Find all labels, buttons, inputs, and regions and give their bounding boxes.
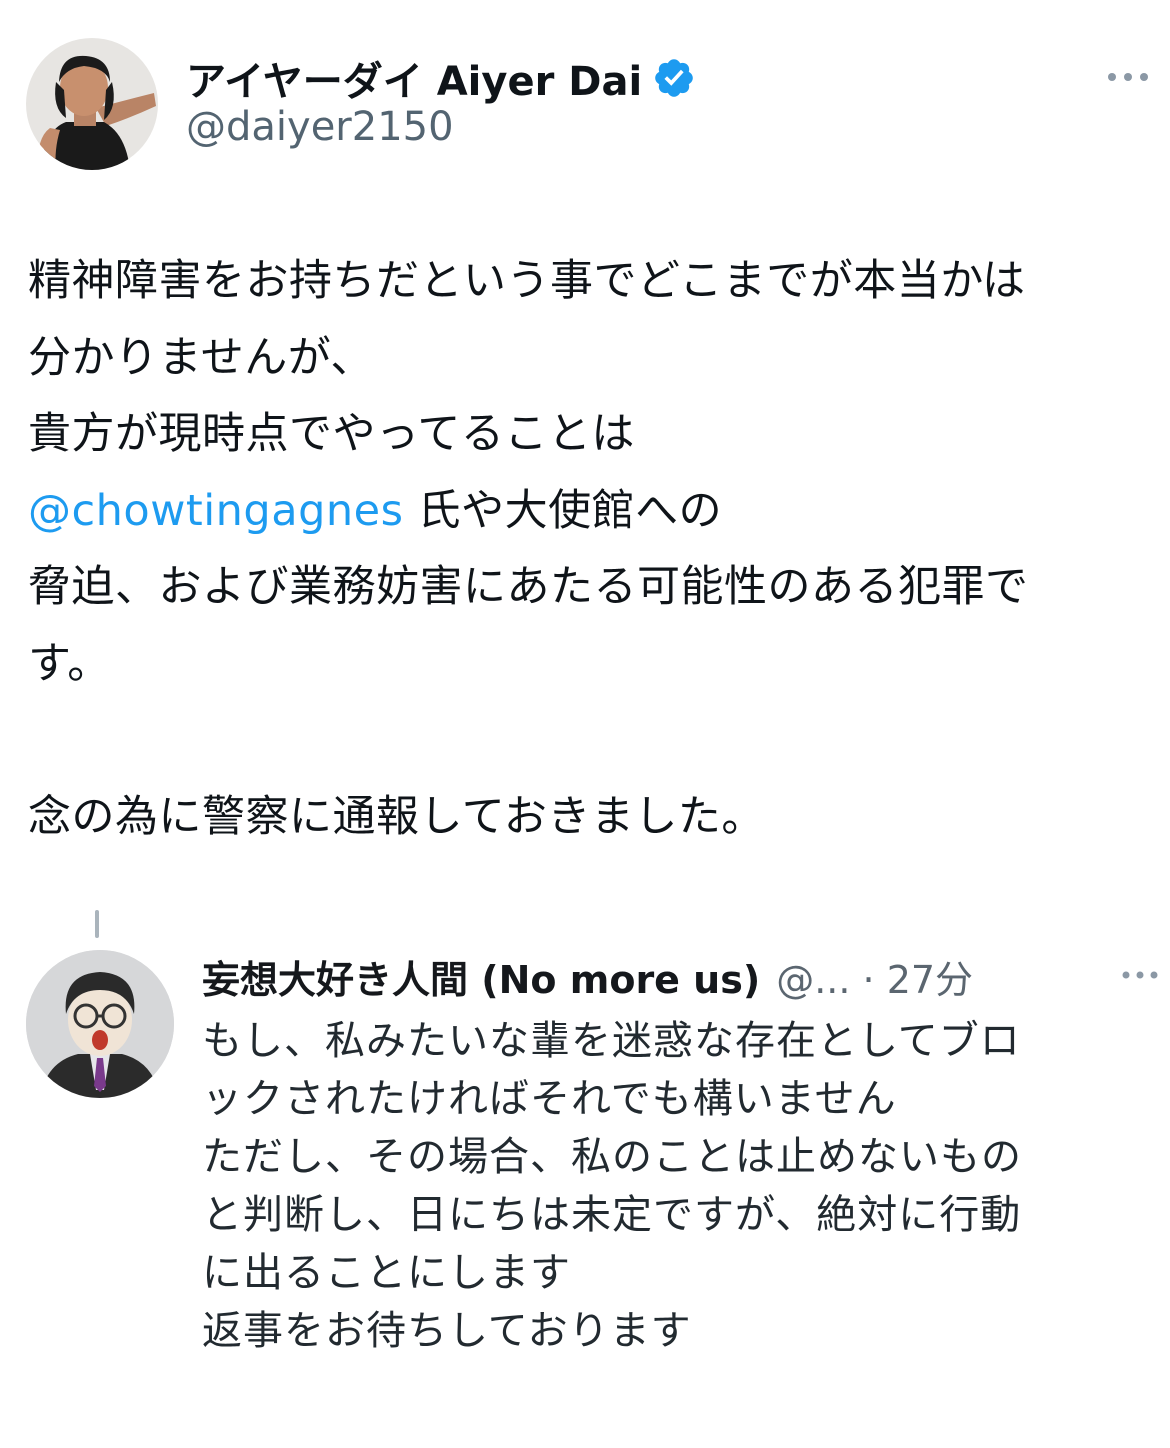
tweet-text: 精神障害をお持ちだという事でどこまでが本当かは 分かりませんが、 貴方が現時点で… bbox=[28, 243, 1148, 855]
author-avatar[interactable] bbox=[26, 38, 158, 170]
embedded-reply-line: に出ることにします bbox=[202, 1250, 571, 1296]
author-name-text[interactable]: アイヤーダイ Aiyer Dai bbox=[186, 49, 642, 107]
more-horizontal-icon bbox=[1108, 73, 1148, 81]
mention-link[interactable]: @chowtingagnes bbox=[28, 486, 403, 536]
embedded-reply-line: ただし、その場合、私のことは止めないもの bbox=[202, 1134, 1022, 1180]
author-handle[interactable]: @daiyer2150 bbox=[186, 104, 454, 150]
tweet-line-text: 氏や大使館への bbox=[403, 485, 723, 536]
tweet-line: す。 bbox=[28, 638, 111, 689]
embedded-reply-header: 妄想大好き人間 (No more us) @... · 27分 bbox=[202, 948, 973, 1004]
reply-thread-line bbox=[95, 910, 99, 938]
tweet-line: 分かりませんが、 bbox=[28, 332, 374, 383]
embedded-reply-line: ックされたければそれでも構いません bbox=[202, 1076, 897, 1122]
verified-badge-icon bbox=[652, 56, 696, 100]
embedded-reply-meta: @... · 27分 bbox=[776, 957, 974, 1002]
embedded-reply-name: 妄想大好き人間 (No more us) bbox=[202, 957, 761, 1002]
tweet-line: 念の為に警察に通報しておきました。 bbox=[28, 791, 765, 842]
embedded-more-icon bbox=[1118, 960, 1162, 990]
embedded-reply-line: と判断し、日にちは未定ですが、絶対に行動 bbox=[202, 1192, 1022, 1238]
tweet-line: 貴方が現時点でやってることは bbox=[28, 409, 635, 459]
embedded-reply-line: 返事をお待ちしております bbox=[202, 1308, 692, 1354]
tweet-line: 脅迫、および業務妨害にあたる可能性のある犯罪で bbox=[28, 562, 1029, 612]
more-options-button[interactable] bbox=[1104, 60, 1152, 94]
tweet-line: @chowtingagnes 氏や大使館への bbox=[28, 473, 1148, 550]
embedded-reply-text: もし、私みたいな輩を迷惑な存在としてブロ ックされたければそれでも構いません た… bbox=[202, 1012, 1152, 1360]
tweet-line: 精神障害をお持ちだという事でどこまでが本当かは bbox=[28, 256, 1026, 306]
embedded-reply-avatar bbox=[26, 950, 174, 1098]
embedded-reply-line: もし、私みたいな輩を迷惑な存在としてブロ bbox=[202, 1018, 1021, 1064]
author-display-name[interactable]: アイヤーダイ Aiyer Dai bbox=[186, 50, 696, 106]
